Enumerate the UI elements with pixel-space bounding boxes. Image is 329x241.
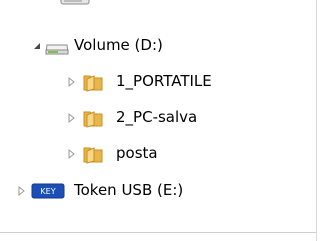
usb-key-badge-text: KEY bbox=[40, 187, 55, 196]
folder-icon bbox=[82, 71, 104, 97]
tree-item-label: 2_PC-salva bbox=[116, 108, 198, 126]
expanded-arrow-icon[interactable] bbox=[31, 40, 43, 52]
tree-item-2-pc-salva[interactable]: 2_PC-salva bbox=[0, 100, 316, 136]
drive-icon bbox=[44, 40, 70, 60]
tree-item-volume-d[interactable]: Volume (D:) bbox=[0, 28, 316, 64]
folder-icon bbox=[82, 143, 104, 169]
tree-item-1-portatile[interactable]: 1_PORTATILE bbox=[0, 64, 316, 100]
divider bbox=[0, 232, 316, 233]
tree-item-label: posta bbox=[116, 144, 158, 162]
tree-item-token-usb-e[interactable]: KEY Token USB (E:) bbox=[0, 173, 316, 209]
tree-item-label: 1_PORTATILE bbox=[116, 72, 212, 90]
collapsed-arrow-icon[interactable] bbox=[66, 148, 78, 160]
tree-item-label: Token USB (E:) bbox=[74, 181, 184, 199]
navigation-tree: Volume (D:) 1_PORTATILE 2_PC-salva posta… bbox=[0, 0, 329, 241]
collapsed-arrow-icon[interactable] bbox=[66, 112, 78, 124]
tree-item-partial[interactable] bbox=[0, 0, 316, 10]
tree-item-label: Volume (D:) bbox=[74, 36, 163, 54]
folder-icon bbox=[82, 107, 104, 133]
tree-item-posta[interactable]: posta bbox=[0, 136, 316, 172]
collapsed-arrow-icon[interactable] bbox=[16, 185, 28, 197]
drive-icon bbox=[60, 0, 90, 10]
pane-border bbox=[316, 0, 317, 241]
collapsed-arrow-icon[interactable] bbox=[66, 76, 78, 88]
usb-key-icon: KEY bbox=[31, 183, 65, 203]
